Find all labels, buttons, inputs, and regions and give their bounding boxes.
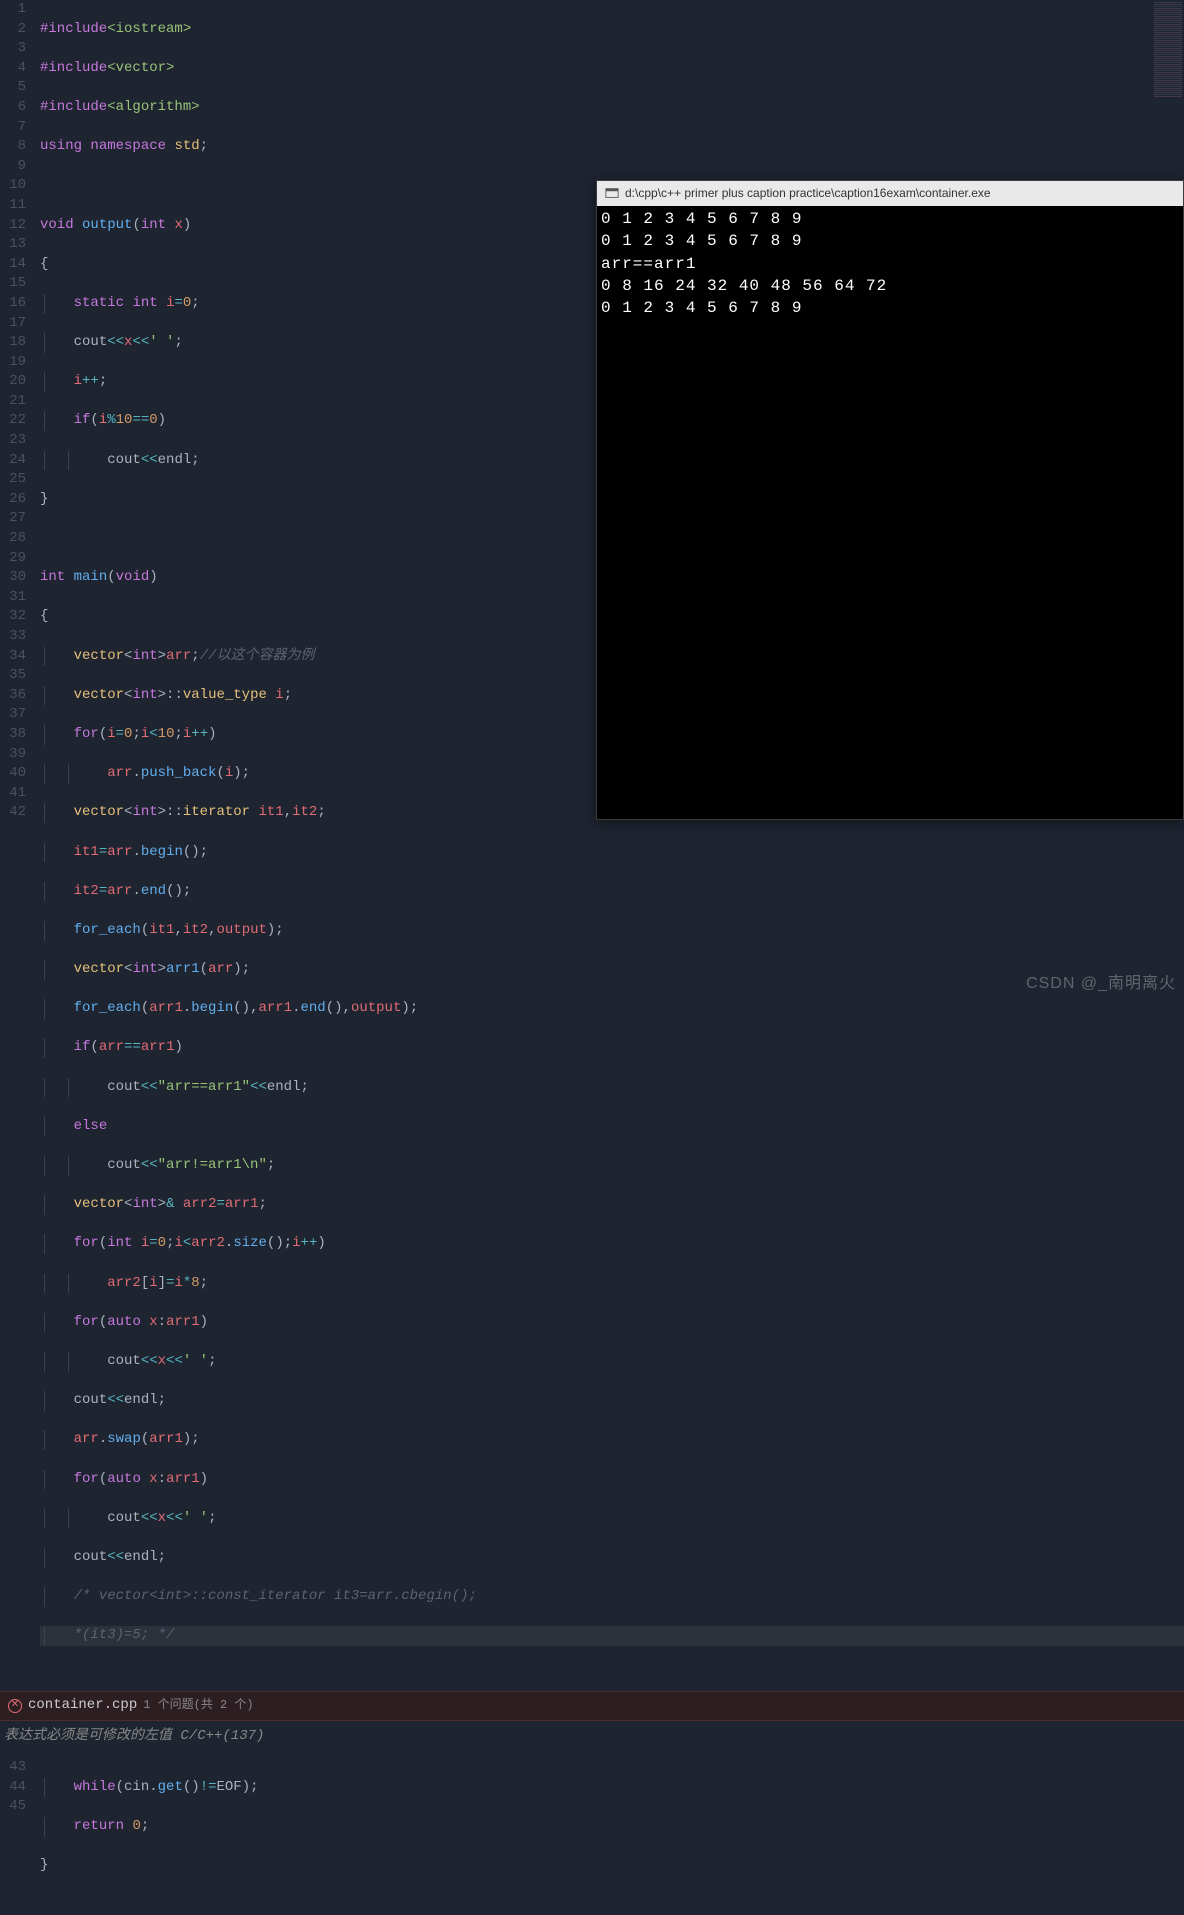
line-number: 40 <box>0 764 26 784</box>
string-literal: "arr!=arr1\n" <box>158 1157 267 1173</box>
watermark: CSDN @_南明离火 <box>1026 973 1176 995</box>
line-number: 23 <box>0 431 26 451</box>
line-number: 38 <box>0 725 26 745</box>
line-number: 33 <box>0 627 26 647</box>
line-number: 10 <box>0 176 26 196</box>
line-number: 28 <box>0 529 26 549</box>
line-number: 12 <box>0 216 26 236</box>
line-number: 39 <box>0 745 26 765</box>
line-number: 15 <box>0 274 26 294</box>
console-titlebar[interactable]: d:\cpp\c++ primer plus caption practice\… <box>597 181 1183 206</box>
string-literal: "arr==arr1" <box>158 1079 250 1095</box>
line-number: 14 <box>0 255 26 275</box>
line-number: 26 <box>0 490 26 510</box>
error-path: C/C++(137) <box>180 1728 264 1744</box>
code-block-bottom: 434445 while(cin.get()!=EOF); return 0; … <box>0 1758 1184 1915</box>
line-number: 3 <box>0 39 26 59</box>
comment: //以这个容器为例 <box>200 648 315 664</box>
error-detail: 表达式必须是可修改的左值 C/C++(137) <box>0 1721 1184 1759</box>
line-number: 17 <box>0 314 26 334</box>
problems-bar[interactable]: ✕ container.cpp 1 个问题(共 2 个) <box>0 1691 1184 1721</box>
line-number: 45 <box>0 1797 26 1817</box>
problem-filename: container.cpp <box>28 1696 137 1716</box>
line-number: 13 <box>0 235 26 255</box>
line-number: 27 <box>0 509 26 529</box>
line-number: 9 <box>0 157 26 177</box>
line-number: 34 <box>0 647 26 667</box>
line-number: 6 <box>0 98 26 118</box>
line-number: 4 <box>0 59 26 79</box>
line-number: 2 <box>0 20 26 40</box>
line-number: 8 <box>0 137 26 157</box>
problem-summary: 1 个问题(共 2 个) <box>143 1697 253 1714</box>
line-number: 16 <box>0 294 26 314</box>
line-number: 7 <box>0 118 26 138</box>
line-number: 31 <box>0 588 26 608</box>
line-number: 43 <box>0 1758 26 1778</box>
line-number: 36 <box>0 686 26 706</box>
line-number: 20 <box>0 372 26 392</box>
error-message: 表达式必须是可修改的左值 <box>4 1728 172 1744</box>
line-number: 35 <box>0 666 26 686</box>
comment: /* vector<int>::const_iterator it3=arr.c… <box>74 1588 477 1604</box>
line-number: 22 <box>0 411 26 431</box>
line-number: 25 <box>0 470 26 490</box>
line-gutter: 434445 <box>0 1758 40 1915</box>
line-number: 44 <box>0 1778 26 1798</box>
line-number: 18 <box>0 333 26 353</box>
code-content[interactable]: while(cin.get()!=EOF); return 0; } <box>40 1758 1184 1915</box>
console-title: d:\cpp\c++ primer plus caption practice\… <box>625 185 991 202</box>
line-number: 1 <box>0 0 26 20</box>
minimap[interactable] <box>1154 2 1182 98</box>
line-number: 37 <box>0 705 26 725</box>
line-number: 19 <box>0 353 26 373</box>
console-window[interactable]: d:\cpp\c++ primer plus caption practice\… <box>596 180 1184 820</box>
error-icon: ✕ <box>8 1699 22 1713</box>
line-number: 32 <box>0 607 26 627</box>
comment: *(it3)=5; */ <box>74 1627 175 1643</box>
line-number: 21 <box>0 392 26 412</box>
console-app-icon <box>605 186 619 200</box>
line-number: 42 <box>0 803 26 823</box>
line-number: 11 <box>0 196 26 216</box>
line-number: 29 <box>0 549 26 569</box>
line-number: 30 <box>0 568 26 588</box>
console-output: 0 1 2 3 4 5 6 7 8 9 0 1 2 3 4 5 6 7 8 9 … <box>597 206 1183 819</box>
line-number: 41 <box>0 784 26 804</box>
line-gutter: 1234567891011121314151617181920212223242… <box>0 0 40 1685</box>
line-number: 24 <box>0 451 26 471</box>
line-number: 5 <box>0 78 26 98</box>
